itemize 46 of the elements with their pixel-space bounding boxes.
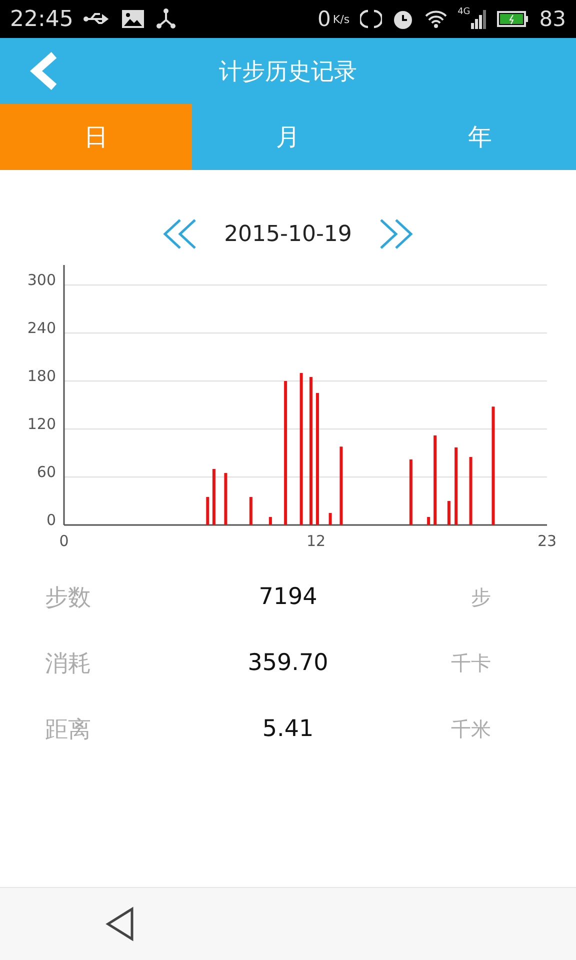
network-type: 4G (458, 7, 470, 17)
current-date: 2015-10-19 (224, 222, 352, 246)
share-icon (155, 8, 178, 30)
stat-label: 步数 (45, 584, 92, 612)
back-icon[interactable] (104, 906, 136, 942)
y-tick-label: 0 (46, 511, 56, 529)
signal-icon (471, 9, 488, 29)
stat-value: 5.41 (261, 716, 315, 742)
step-bar (212, 469, 216, 525)
speed-unit: K/s (332, 12, 350, 26)
y-tick-label: 300 (27, 271, 56, 289)
step-bar (249, 497, 252, 525)
page-title: 计步历史记录 (219, 58, 357, 86)
y-tick-label: 240 (27, 319, 56, 337)
stat-value: 7194 (258, 584, 318, 610)
stat-value: 359.70 (246, 650, 330, 676)
x-tick-label: 0 (59, 532, 69, 550)
y-tick-label: 60 (36, 463, 56, 481)
sync-icon (360, 8, 382, 30)
clock-time: 22:45 (10, 6, 74, 32)
battery-icon (497, 10, 530, 28)
x-tick-label: 23 (537, 532, 557, 550)
previous-icon[interactable] (162, 218, 198, 250)
stat-label: 消耗 (45, 650, 92, 678)
battery-level: 83 (539, 7, 566, 31)
period-tab[interactable]: 日 (0, 104, 192, 170)
step-bar (268, 517, 272, 525)
stat-unit: 步 (470, 584, 492, 610)
x-tick-label: 12 (306, 532, 326, 550)
next-icon[interactable] (378, 218, 414, 250)
step-bar (447, 501, 450, 525)
wifi-icon (424, 9, 448, 29)
step-bar (206, 497, 210, 525)
step-bar (427, 517, 430, 525)
stat-unit: 千米 (450, 716, 492, 742)
image-icon (121, 9, 146, 29)
stat-unit: 千卡 (450, 650, 492, 676)
step-bar (469, 457, 472, 525)
y-tick-label: 120 (27, 415, 56, 433)
step-bar (328, 513, 332, 525)
network-speed: 0 (318, 7, 331, 31)
alarm-icon (392, 8, 414, 30)
stat-label: 距离 (45, 716, 92, 744)
step-bar (224, 473, 228, 525)
y-tick-label: 180 (27, 367, 56, 385)
step-bar (409, 459, 412, 525)
